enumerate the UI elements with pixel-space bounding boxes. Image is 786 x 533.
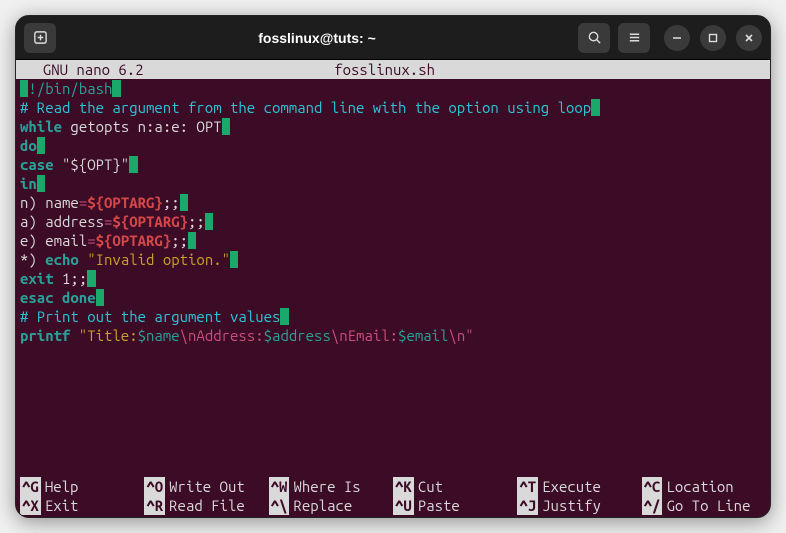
shortcut-paste: ^UPaste xyxy=(393,496,517,515)
shortcut-label: Cut xyxy=(418,477,443,496)
shortcut-key: ^T xyxy=(517,477,538,496)
code-line: n) name=${OPTARG};; xyxy=(20,193,766,212)
shortcut-key: ^O xyxy=(144,477,165,496)
nano-version: GNU nano 6.2 xyxy=(26,60,144,79)
shortcut-readfile: ^RRead File xyxy=(144,496,268,515)
new-tab-button[interactable] xyxy=(24,23,56,53)
code-line: do xyxy=(20,136,766,155)
shortcut-key: ^\ xyxy=(269,496,290,515)
code-line: #!/bin/bash xyxy=(20,79,766,98)
nano-filename: fosslinux.sh xyxy=(144,60,626,79)
code-line: while getopts n:a:e: OPT xyxy=(20,117,766,136)
window-controls xyxy=(664,25,762,51)
shortcut-label: Help xyxy=(45,477,79,496)
shortcut-key: ^C xyxy=(642,477,663,496)
shortcut-label: Execute xyxy=(542,477,601,496)
shortcut-label: Paste xyxy=(418,496,460,515)
shortcut-key: ^R xyxy=(144,496,165,515)
code-line: in xyxy=(20,174,766,193)
shortcut-key: ^G xyxy=(20,477,41,496)
code-line: # Print out the argument values xyxy=(20,307,766,326)
shortcut-label: Where Is xyxy=(293,477,360,496)
code-line: exit 1;; xyxy=(20,269,766,288)
code-line: printf "Title:$name\nAddress:$address\nE… xyxy=(20,326,766,345)
shortcut-writeout: ^OWrite Out xyxy=(144,477,268,496)
shortcut-key: ^U xyxy=(393,496,414,515)
maximize-button[interactable] xyxy=(700,25,726,51)
shortcut-exit: ^XExit xyxy=(20,496,144,515)
shortcut-key: ^/ xyxy=(642,496,663,515)
nano-header: GNU nano 6.2 fosslinux.sh xyxy=(16,60,770,79)
shortcut-replace: ^\Replace xyxy=(269,496,393,515)
shortcut-label: Write Out xyxy=(169,477,245,496)
shortcut-help: ^GHelp xyxy=(20,477,144,496)
nano-shortcuts: ^GHelp ^XExit ^OWrite Out ^RRead File ^W… xyxy=(16,477,770,517)
terminal-window: fosslinux@tuts: ~ GNU nano 6.2 fosslinux… xyxy=(15,15,771,518)
code-line: # Read the argument from the command lin… xyxy=(20,98,766,117)
editor-content[interactable]: #!/bin/bash # Read the argument from the… xyxy=(16,79,770,477)
shortcut-key: ^J xyxy=(517,496,538,515)
search-button[interactable] xyxy=(578,23,610,53)
minimize-button[interactable] xyxy=(664,25,690,51)
shortcut-whereis: ^WWhere Is xyxy=(269,477,393,496)
code-line: e) email=${OPTARG};; xyxy=(20,231,766,250)
menu-button[interactable] xyxy=(618,23,650,53)
shortcut-gotoline: ^/Go To Line xyxy=(642,496,766,515)
code-line: esac done xyxy=(20,288,766,307)
shortcut-cut: ^KCut xyxy=(393,477,517,496)
code-line: *) echo "Invalid option." xyxy=(20,250,766,269)
window-title: fosslinux@tuts: ~ xyxy=(64,30,570,46)
nano-right-pad xyxy=(626,60,760,79)
shortcut-label: Location xyxy=(666,477,733,496)
shortcut-key: ^X xyxy=(20,496,41,515)
close-button[interactable] xyxy=(736,25,762,51)
shortcut-justify: ^JJustify xyxy=(517,496,641,515)
terminal-body[interactable]: GNU nano 6.2 fosslinux.sh #!/bin/bash # … xyxy=(16,60,770,517)
shortcut-label: Replace xyxy=(293,496,352,515)
shortcut-label: Justify xyxy=(542,496,601,515)
shortcut-location: ^CLocation xyxy=(642,477,766,496)
shortcut-execute: ^TExecute xyxy=(517,477,641,496)
shortcut-key: ^K xyxy=(393,477,414,496)
code-line: a) address=${OPTARG};; xyxy=(20,212,766,231)
shortcut-label: Read File xyxy=(169,496,245,515)
shortcut-label: Go To Line xyxy=(666,496,750,515)
code-line: case "${OPT}" xyxy=(20,155,766,174)
shortcut-key: ^W xyxy=(269,477,290,496)
shortcut-label: Exit xyxy=(45,496,79,515)
titlebar: fosslinux@tuts: ~ xyxy=(16,16,770,60)
